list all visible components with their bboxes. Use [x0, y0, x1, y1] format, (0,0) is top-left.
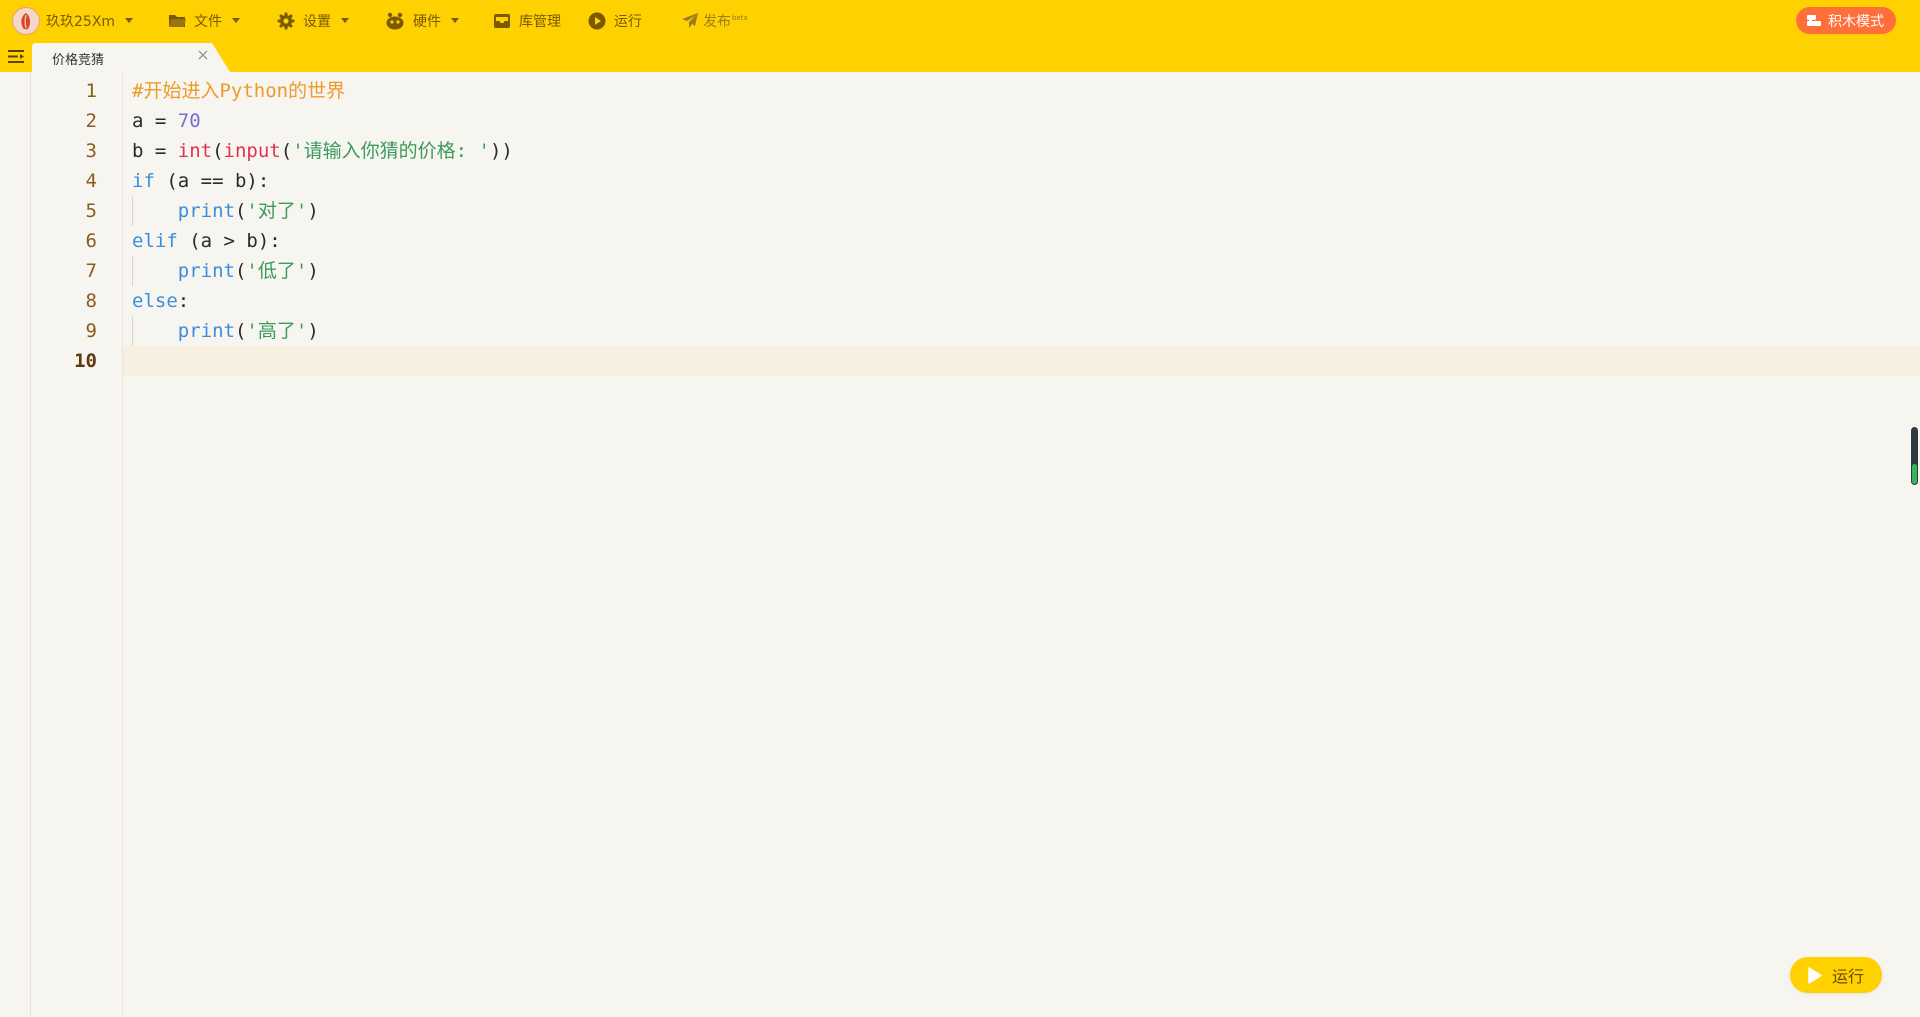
code-line[interactable]: else:	[132, 286, 189, 316]
folder-icon	[169, 15, 186, 27]
code-line[interactable]: elif (a > b):	[132, 226, 281, 256]
code-token-plain: :	[177, 290, 190, 312]
menu-publish-label: 发布	[703, 13, 731, 30]
paper-plane-icon	[682, 13, 698, 28]
menu-publish[interactable]: 发布 beta	[681, 0, 748, 41]
code-token-kw: print	[177, 320, 235, 342]
scroll-progress-fill	[1912, 464, 1917, 484]
active-line-highlight	[123, 346, 1920, 376]
sidebar-toggle-button[interactable]	[0, 41, 32, 72]
code-token-plain: (	[234, 320, 247, 342]
code-token-builtin: input	[223, 140, 281, 162]
code-token-plain: (	[234, 260, 247, 282]
play-circle-icon	[588, 12, 606, 29]
code-line[interactable]: a = 70	[132, 106, 201, 136]
code-token-plain: )	[307, 200, 319, 222]
code-token-builtin: int	[177, 140, 213, 162]
left-side-strip	[0, 72, 31, 1017]
code-token-kw: else	[132, 290, 178, 312]
code-area[interactable]: #开始进入Python的世界 a = 70 b = int(input('请输入你猜…	[123, 72, 1920, 1017]
line-number: 5	[85, 200, 97, 222]
line-number: 6	[85, 230, 97, 252]
chevron-down-icon	[232, 18, 240, 23]
beta-badge: beta	[732, 14, 748, 22]
run-button[interactable]: 运行	[1790, 957, 1882, 993]
line-number-gutter: 1 2 3 4 5 6 7 8 9 10	[31, 72, 122, 1017]
menu-file[interactable]: 文件	[168, 0, 240, 41]
menu-collapse-icon	[8, 50, 24, 63]
code-line[interactable]: print('高了')	[132, 316, 319, 346]
code-token-plain: (a == b):	[154, 170, 270, 192]
code-token-str: '请输入你猜的价格: '	[292, 140, 490, 162]
play-icon	[1808, 966, 1822, 984]
line-number: 9	[85, 320, 97, 342]
line-number: 10	[74, 350, 97, 372]
user-name: 玖玖25Xm	[46, 13, 116, 30]
block-mode-button[interactable]: 积木模式	[1796, 7, 1896, 34]
code-line[interactable]: if (a == b):	[132, 166, 269, 196]
block-mode-label: 积木模式	[1828, 13, 1884, 30]
menu-library-label: 库管理	[519, 13, 561, 30]
tab-file-label: 价格竞猜	[52, 53, 105, 68]
top-menu-bar: 玖玖25Xm 文件 设置 硬件 库管理 运行 发布 beta 积木模式	[0, 0, 1920, 41]
code-line[interactable]: print('低了')	[132, 256, 319, 286]
line-number: 7	[85, 260, 97, 282]
menu-file-label: 文件	[194, 13, 222, 30]
code-line[interactable]: print('对了')	[132, 196, 319, 226]
line-number: 8	[85, 290, 97, 312]
menu-settings[interactable]: 设置	[277, 0, 349, 41]
line-number: 2	[85, 110, 97, 132]
chevron-down-icon	[451, 18, 459, 23]
code-token-plain: (	[212, 140, 224, 162]
chevron-down-icon	[341, 18, 349, 23]
code-token-kw: elif	[132, 230, 178, 252]
tab-close-button[interactable]	[194, 46, 212, 64]
code-token-plain: ))	[489, 140, 513, 162]
menu-run[interactable]: 运行	[588, 0, 642, 41]
code-token-plain: )	[307, 320, 319, 342]
code-token-plain: (	[234, 200, 247, 222]
chevron-down-icon	[125, 18, 134, 23]
run-button-label: 运行	[1831, 967, 1864, 986]
code-line[interactable]: #开始进入Python的世界	[132, 76, 345, 106]
code-token-plain: (	[280, 140, 293, 162]
blocks-icon	[1807, 14, 1821, 26]
menu-settings-label: 设置	[303, 13, 331, 30]
code-line[interactable]: b = int(input('请输入你猜的价格: '))	[132, 136, 513, 166]
code-token-plain: )	[307, 260, 319, 282]
code-token-comment: #开始进入Python的世界	[132, 80, 346, 102]
code-token-kw: print	[177, 260, 235, 282]
hardware-robot-icon	[386, 12, 404, 29]
gear-icon	[277, 12, 295, 29]
code-editor[interactable]: 1 2 3 4 5 6 7 8 9 10 #开始进入Python的世界 a = 70 b = int(…	[31, 72, 1920, 1017]
code-token-kw: print	[177, 200, 235, 222]
inbox-icon	[494, 13, 510, 28]
code-token-str: '低了'	[246, 260, 308, 282]
code-token-plain: a =	[132, 110, 178, 132]
menu-hardware[interactable]: 硬件	[385, 0, 459, 41]
avatar	[12, 6, 40, 35]
avatar-image	[21, 12, 30, 29]
code-token-str: '对了'	[246, 200, 308, 222]
line-number: 1	[85, 80, 97, 102]
code-token-kw: if	[132, 170, 155, 192]
menu-hardware-label: 硬件	[413, 13, 441, 30]
line-number: 3	[85, 140, 97, 162]
menu-library[interactable]: 库管理	[493, 0, 561, 41]
code-token-plain: (a > b):	[177, 230, 281, 252]
code-token-plain: b =	[132, 140, 178, 162]
tab-file[interactable]: 价格竞猜	[32, 41, 230, 72]
code-token-num: 70	[177, 110, 201, 132]
code-token-str: '高了'	[246, 320, 308, 342]
line-number: 4	[85, 170, 97, 192]
user-menu[interactable]: 玖玖25Xm	[12, 0, 134, 41]
tab-strip: 价格竞猜	[0, 41, 1920, 72]
close-icon	[198, 50, 208, 60]
scrollbar-thumb[interactable]	[1911, 427, 1918, 485]
menu-run-label: 运行	[614, 13, 642, 30]
